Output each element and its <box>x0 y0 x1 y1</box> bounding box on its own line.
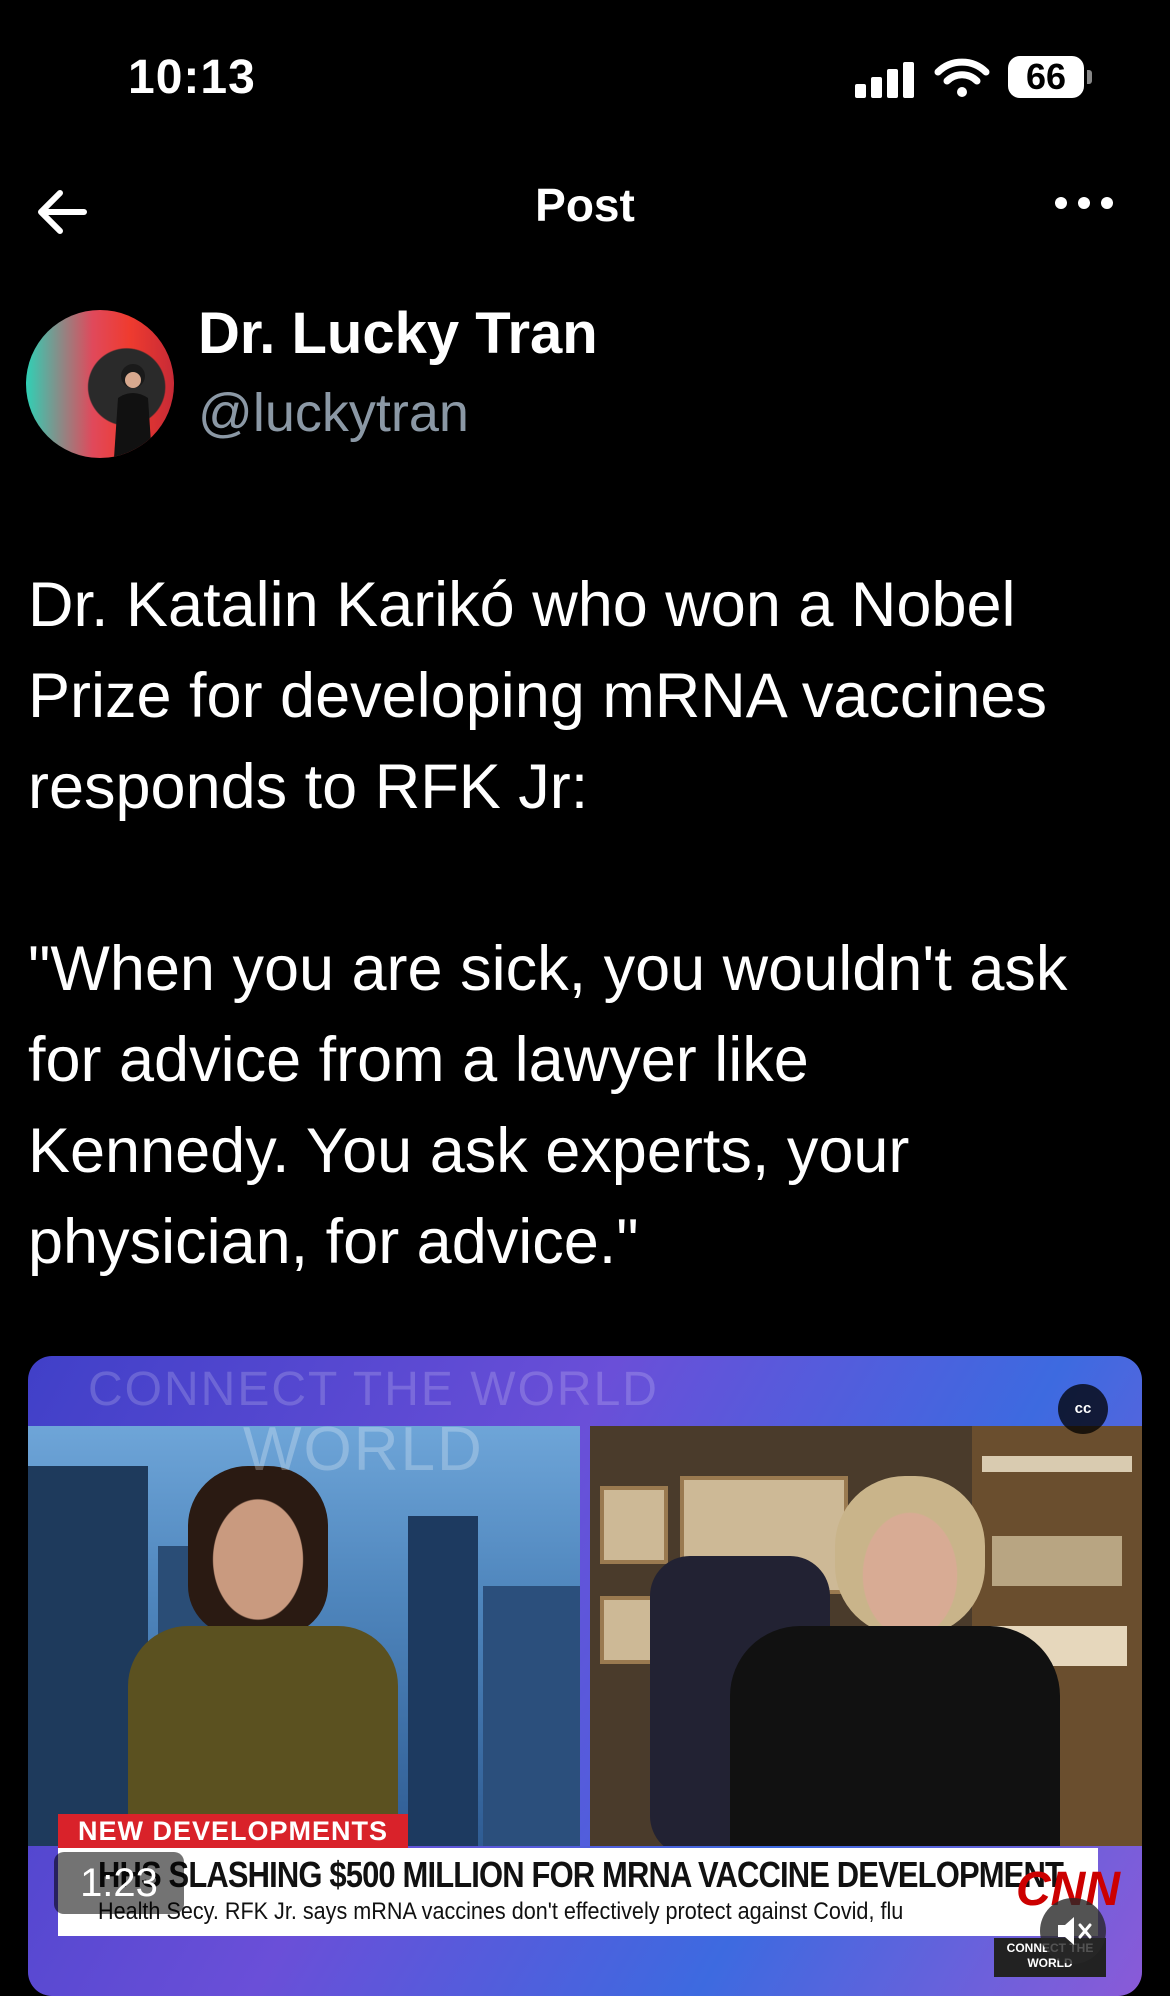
post-text: Dr. Katalin Karikó who won a Nobel Prize… <box>28 570 1068 1277</box>
video-player[interactable]: CONNECT THE WORLD WORLD cc NEW DEVELOPME… <box>28 1356 1142 1996</box>
avatar-person-figure <box>114 364 152 458</box>
closed-captions-button[interactable]: cc <box>1058 1384 1108 1434</box>
speaker-muted-icon[interactable] <box>1040 1898 1106 1964</box>
chyron-subline: Health Secy. RFK Jr. says mRNA vaccines … <box>98 1898 904 1925</box>
chyron-tag: NEW DEVELOPMENTS <box>58 1814 409 1848</box>
background-graphic-text-2: WORLD <box>243 1415 484 1484</box>
cellular-signal-icon <box>855 62 915 98</box>
chyron: HHS SLASHING $500 MILLION FOR MRNA VACCI… <box>58 1848 1120 1936</box>
author-handle[interactable]: @luckytran <box>198 382 469 444</box>
video-panel-anchor <box>28 1426 580 1846</box>
status-bar: 10:13 66 <box>0 0 1170 150</box>
background-graphic-text: CONNECT THE WORLD <box>88 1363 659 1416</box>
battery-indicator: 66 <box>1008 56 1084 98</box>
guest-figure-head <box>835 1476 985 1636</box>
more-horizontal-icon[interactable] <box>1055 190 1115 216</box>
page-title: Post <box>535 179 635 231</box>
chyron-headline: HHS SLASHING $500 MILLION FOR MRNA VACCI… <box>98 1854 1064 1895</box>
battery-tip <box>1087 70 1092 84</box>
author-name[interactable]: Dr. Lucky Tran <box>198 300 598 367</box>
video-panel-guest <box>590 1426 1142 1846</box>
guest-figure-body <box>730 1626 1060 1846</box>
status-time: 10:13 <box>128 51 256 104</box>
anchor-figure-body <box>128 1626 398 1846</box>
video-timestamp: 1:23 <box>54 1852 184 1914</box>
wifi-icon <box>934 58 990 97</box>
avatar[interactable] <box>26 310 174 458</box>
anchor-figure-head <box>188 1466 328 1636</box>
